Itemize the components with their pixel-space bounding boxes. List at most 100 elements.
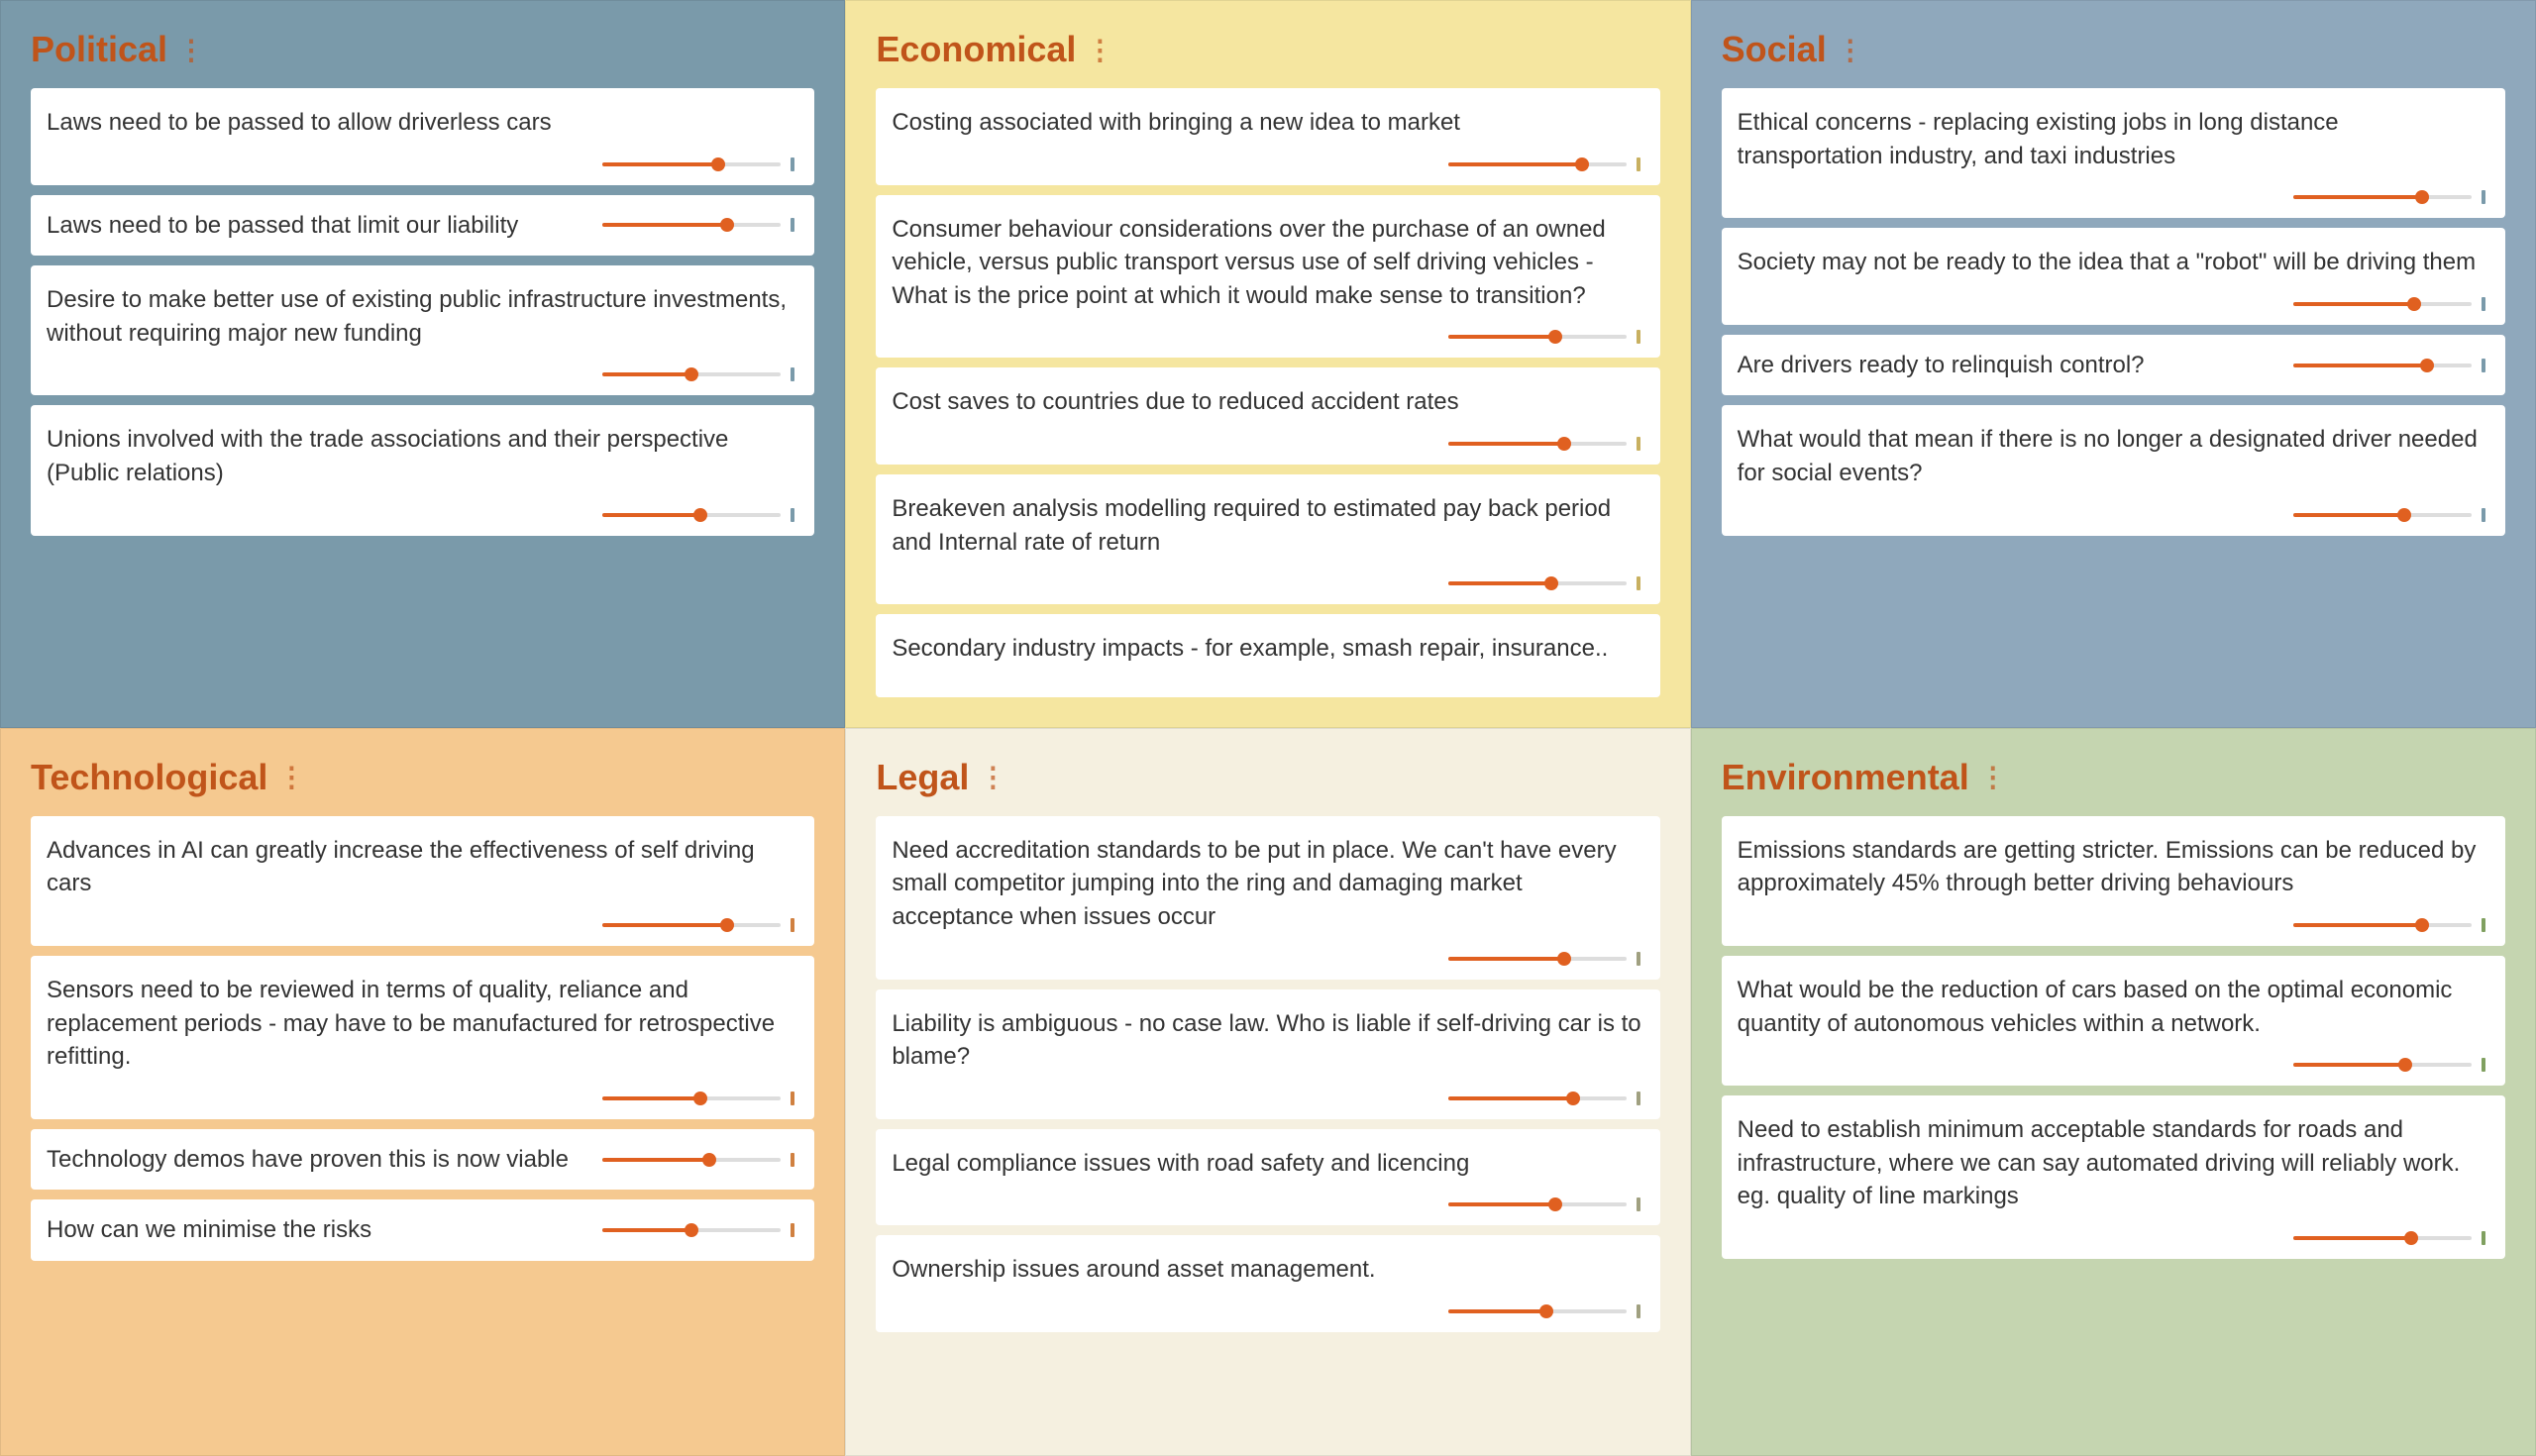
slider-container[interactable] xyxy=(47,157,798,171)
slider-container[interactable] xyxy=(892,952,1643,966)
slider-track[interactable] xyxy=(2293,1236,2472,1240)
section-menu-dots[interactable]: ⋮ xyxy=(979,761,1006,793)
section-menu-dots[interactable]: ⋮ xyxy=(1837,34,1864,66)
slider-track[interactable] xyxy=(602,1096,781,1100)
slider-thumb xyxy=(2415,190,2429,204)
section-title-text: Economical xyxy=(876,29,1076,70)
card-text: Costing associated with bringing a new i… xyxy=(892,106,1643,140)
slider-thumb xyxy=(685,367,698,381)
slider-track[interactable] xyxy=(1448,335,1627,339)
card-text: Laws need to be passed to allow driverle… xyxy=(47,106,798,140)
pestle-grid: Political ⋮ Laws need to be passed to allo… xyxy=(0,0,2536,1456)
section-menu-dots[interactable]: ⋮ xyxy=(277,761,305,793)
slider-track[interactable] xyxy=(602,162,781,166)
slider-container[interactable] xyxy=(1738,1231,2489,1245)
card-text: How can we minimise the risks xyxy=(47,1213,592,1247)
section-title-social: Social⋮ xyxy=(1722,29,2505,70)
slider-thumb xyxy=(693,508,707,522)
slider-container[interactable] xyxy=(1738,918,2489,932)
slider-track[interactable] xyxy=(1448,442,1627,446)
section-menu-dots[interactable]: ⋮ xyxy=(1979,761,2007,793)
slider-container[interactable] xyxy=(892,576,1643,590)
slider-fill xyxy=(2293,1063,2405,1067)
section-social: Social⋮Ethical concerns - replacing exis… xyxy=(1691,0,2536,728)
section-title-text: Legal xyxy=(876,757,969,798)
card-text: Consumer behaviour considerations over t… xyxy=(892,213,1643,313)
slider-end-marker xyxy=(2482,297,2485,311)
card: Unions involved with the trade associati… xyxy=(31,405,814,535)
slider-track[interactable] xyxy=(602,1158,781,1162)
slider-track[interactable] xyxy=(2293,364,2472,367)
section-title-text: Political xyxy=(31,29,167,70)
section-technological: Technological⋮Advances in AI can greatly… xyxy=(0,728,845,1456)
card: Liability is ambiguous - no case law. Wh… xyxy=(876,989,1659,1119)
card-text: Ownership issues around asset management… xyxy=(892,1253,1643,1287)
slider-thumb xyxy=(2415,918,2429,932)
slider-track[interactable] xyxy=(2293,1063,2472,1067)
slider-container[interactable] xyxy=(892,157,1643,171)
card-inline: Laws need to be passed that limit our li… xyxy=(31,195,814,257)
slider-thumb xyxy=(685,1223,698,1237)
card: What would be the reduction of cars base… xyxy=(1722,956,2505,1086)
slider-container[interactable] xyxy=(1738,508,2489,522)
card-text: Need accreditation standards to be put i… xyxy=(892,834,1643,934)
section-title-text: Environmental xyxy=(1722,757,1969,798)
slider-end-marker xyxy=(791,508,794,522)
slider-end-marker xyxy=(1637,1092,1640,1105)
slider-container[interactable] xyxy=(892,330,1643,344)
card: Advances in AI can greatly increase the … xyxy=(31,816,814,946)
slider-fill xyxy=(602,162,718,166)
slider-track[interactable] xyxy=(602,372,781,376)
slider-fill xyxy=(602,372,691,376)
slider-track[interactable] xyxy=(1448,1202,1627,1206)
card: Legal compliance issues with road safety… xyxy=(876,1129,1659,1226)
slider-track[interactable] xyxy=(2293,923,2472,927)
card: Sensors need to be reviewed in terms of … xyxy=(31,956,814,1119)
card: Emissions standards are getting stricter… xyxy=(1722,816,2505,946)
slider-container[interactable] xyxy=(602,1223,798,1237)
card-inline: Technology demos have proven this is now… xyxy=(31,1129,814,1191)
slider-track[interactable] xyxy=(602,223,781,227)
slider-container[interactable] xyxy=(47,367,798,381)
slider-container[interactable] xyxy=(47,1092,798,1105)
slider-fill xyxy=(1448,1202,1555,1206)
slider-track[interactable] xyxy=(1448,162,1627,166)
slider-thumb xyxy=(1548,330,1562,344)
slider-track[interactable] xyxy=(2293,195,2472,199)
slider-track[interactable] xyxy=(1448,957,1627,961)
card-text: Secondary industry impacts - for example… xyxy=(892,632,1643,666)
card: Secondary industry impacts - for example… xyxy=(876,614,1659,697)
slider-container[interactable] xyxy=(602,218,798,232)
card: Need accreditation standards to be put i… xyxy=(876,816,1659,980)
slider-container[interactable] xyxy=(602,1153,798,1167)
slider-container[interactable] xyxy=(892,437,1643,451)
slider-container[interactable] xyxy=(892,1197,1643,1211)
slider-fill xyxy=(602,223,727,227)
slider-track[interactable] xyxy=(2293,513,2472,517)
slider-container[interactable] xyxy=(47,508,798,522)
slider-track[interactable] xyxy=(1448,581,1627,585)
slider-container[interactable] xyxy=(892,1092,1643,1105)
slider-end-marker xyxy=(1637,1197,1640,1211)
slider-container[interactable] xyxy=(1738,297,2489,311)
slider-track[interactable] xyxy=(2293,302,2472,306)
section-menu-dots[interactable]: ⋮ xyxy=(177,34,205,66)
slider-track[interactable] xyxy=(602,923,781,927)
slider-container[interactable] xyxy=(1738,1058,2489,1072)
slider-fill xyxy=(602,1096,700,1100)
slider-fill xyxy=(2293,1236,2411,1240)
section-menu-dots[interactable]: ⋮ xyxy=(1086,34,1113,66)
card-text: Unions involved with the trade associati… xyxy=(47,423,798,489)
slider-container[interactable] xyxy=(2293,359,2489,372)
slider-container[interactable] xyxy=(47,918,798,932)
slider-container[interactable] xyxy=(892,1304,1643,1318)
slider-track[interactable] xyxy=(602,513,781,517)
slider-end-marker xyxy=(791,157,794,171)
slider-container[interactable] xyxy=(1738,190,2489,204)
card-text: Are drivers ready to relinquish control? xyxy=(1738,349,2283,382)
slider-track[interactable] xyxy=(1448,1096,1627,1100)
slider-thumb xyxy=(2397,508,2411,522)
slider-track[interactable] xyxy=(602,1228,781,1232)
slider-track[interactable] xyxy=(1448,1309,1627,1313)
card-text: Sensors need to be reviewed in terms of … xyxy=(47,974,798,1074)
